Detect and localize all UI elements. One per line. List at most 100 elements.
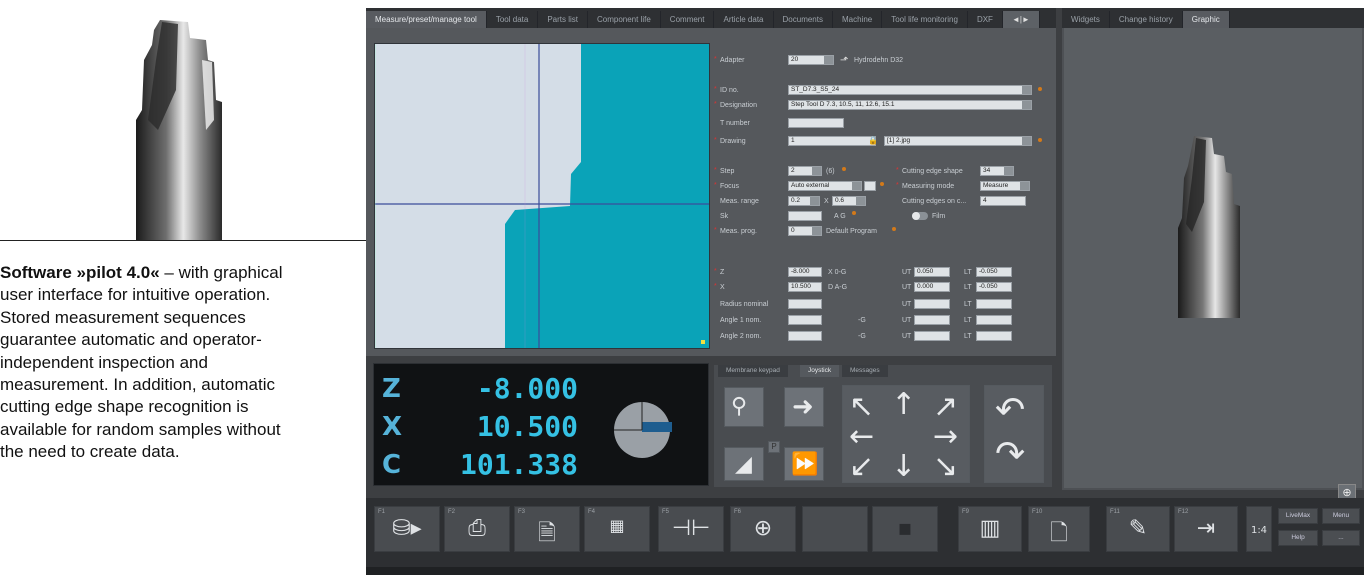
livemax-button[interactable]: LiveMax: [1278, 508, 1318, 524]
tool-profile-view[interactable]: [374, 43, 710, 349]
angle1-lt-label: LT: [964, 317, 972, 324]
angle1-g-label: -G: [858, 317, 866, 324]
meas-prog-select[interactable]: 0: [788, 226, 822, 236]
arrow-right-icon[interactable]: →: [933, 422, 958, 452]
caliper-button[interactable]: F5 ⊣⊢: [658, 506, 724, 552]
focus-toggle[interactable]: [864, 181, 876, 191]
crosshair-icon: ⊕: [753, 516, 773, 541]
arrow-down-icon[interactable]: ↓: [891, 452, 916, 482]
rotate-cw-icon[interactable]: ↷: [995, 437, 1025, 473]
adapter-select[interactable]: 20: [788, 55, 834, 65]
angle1-ut-field[interactable]: [914, 315, 950, 325]
arrow-up-icon[interactable]: ↑: [891, 390, 916, 420]
angle2-ut-field[interactable]: [914, 331, 950, 341]
rotate-ccw-icon[interactable]: ↶: [995, 393, 1025, 429]
tnumber-label: T number: [720, 120, 750, 127]
main-tab-8[interactable]: Tool life monitoring: [882, 11, 968, 28]
id-select[interactable]: ST_D7.3_S5_24: [788, 85, 1032, 95]
empty-key[interactable]: [802, 506, 868, 552]
drawing-file-select[interactable]: [1] 2.jpg: [884, 136, 1032, 146]
radius-nominal-field[interactable]: [788, 299, 822, 309]
arrow-up-right-icon[interactable]: ↗: [933, 392, 958, 422]
film-toggle[interactable]: [912, 212, 928, 220]
arrow-down-right-icon[interactable]: ↘: [933, 452, 958, 482]
radius-ut-field[interactable]: [914, 299, 950, 309]
main-tab-6[interactable]: Documents: [774, 11, 833, 28]
x-nominal-field[interactable]: 10.500: [788, 282, 822, 292]
binders-button[interactable]: F9 ▥: [958, 506, 1022, 552]
blank-document-icon: 🗋: [1050, 521, 1068, 546]
main-tab-1[interactable]: Tool data: [487, 11, 539, 28]
tool-angle-button[interactable]: ◢: [724, 447, 764, 481]
main-tab-9[interactable]: DXF: [968, 11, 1003, 28]
cutting-edges-field[interactable]: 4: [980, 196, 1026, 206]
export-button[interactable]: F3 🗎: [514, 506, 580, 552]
fast-forward-button[interactable]: ⏩: [784, 447, 824, 481]
save-button[interactable]: ▪: [872, 506, 938, 552]
angle2-lt-field[interactable]: [976, 331, 1012, 341]
designation-label: Designation: [714, 101, 757, 109]
auto-button[interactable]: F4 ▦: [584, 506, 650, 552]
scale-button[interactable]: 1:4: [1246, 506, 1272, 552]
required-marker: [1038, 138, 1042, 142]
drawing-field[interactable]: 1: [788, 136, 876, 146]
menu-button[interactable]: Menu: [1322, 508, 1360, 524]
z-nominal-field[interactable]: -8.000: [788, 267, 822, 277]
main-tab-10[interactable]: ◄|►: [1002, 11, 1040, 28]
step-forward-button[interactable]: ➜: [784, 387, 824, 427]
meas-range-a[interactable]: 0.2: [788, 196, 820, 206]
main-tab-4[interactable]: Comment: [661, 11, 715, 28]
right-tab-2[interactable]: Graphic: [1182, 11, 1230, 28]
right-tab-0[interactable]: Widgets: [1062, 11, 1110, 28]
lock-icon[interactable]: 🔒: [868, 136, 878, 145]
tnumber-field[interactable]: [788, 118, 844, 128]
arrow-down-left-icon[interactable]: ↙: [849, 452, 874, 482]
angle2-field[interactable]: [788, 331, 822, 341]
p-button[interactable]: P: [768, 441, 780, 453]
main-tab-3[interactable]: Component life: [588, 11, 661, 28]
tab-membrane-keypad[interactable]: Membrane keypad: [718, 365, 788, 377]
more-button[interactable]: ...: [1322, 530, 1360, 546]
x-ut-field[interactable]: 0.000: [914, 282, 950, 292]
crosshair-button[interactable]: F6 ⊕: [730, 506, 796, 552]
arrow-right-icon: ➜: [792, 392, 814, 422]
direction-pad[interactable]: ↖ ↑ ↗ ← → ↙ ↓ ↘: [842, 385, 970, 483]
rotation-pad[interactable]: ↶ ↷: [984, 385, 1044, 483]
x-lt-field[interactable]: -0.050: [976, 282, 1012, 292]
tab-messages[interactable]: Messages: [842, 365, 888, 377]
chevron-down-icon: [812, 227, 821, 235]
cutting-edge-shape-select[interactable]: 34: [980, 166, 1014, 176]
main-tab-7[interactable]: Machine: [833, 11, 883, 28]
c-axis-label: C: [382, 450, 402, 480]
help-button[interactable]: Help: [1278, 530, 1318, 546]
meas-range-b[interactable]: 0.6: [832, 196, 866, 206]
measuring-mode-select[interactable]: Measure: [980, 181, 1030, 191]
angle1-lt-field[interactable]: [976, 315, 1012, 325]
new-document-button[interactable]: F10 🗋: [1028, 506, 1090, 552]
id-label: ID no.: [714, 86, 739, 94]
angle1-field[interactable]: [788, 315, 822, 325]
adapter-label: Adapter: [714, 56, 744, 64]
magnifier-icon: ⚲: [731, 394, 748, 419]
focus-select[interactable]: Auto external: [788, 181, 862, 191]
zoom-measure-button[interactable]: ⚲: [724, 387, 764, 427]
main-tab-5[interactable]: Article data: [714, 11, 774, 28]
status-bar: [366, 567, 1364, 575]
print-button[interactable]: F2 ⎙: [444, 506, 510, 552]
edit-table-button[interactable]: F11 ✎: [1106, 506, 1170, 552]
tab-joystick[interactable]: Joystick: [800, 365, 840, 377]
database-button[interactable]: F1 ⛁▸: [374, 506, 440, 552]
main-tab-0[interactable]: Measure/preset/manage tool: [366, 11, 487, 28]
designation-select[interactable]: Step Tool D 7.3, 10.5, 11, 12.6, 15.1: [788, 100, 1032, 110]
z-axis-value: -8.000: [476, 372, 578, 405]
transfer-button[interactable]: F12 ⇥: [1174, 506, 1238, 552]
right-tab-1[interactable]: Change history: [1110, 11, 1183, 28]
main-tab-2[interactable]: Parts list: [538, 11, 588, 28]
z-ut-field[interactable]: 0.050: [914, 267, 950, 277]
step-select[interactable]: 2: [788, 166, 822, 176]
radius-lt-field[interactable]: [976, 299, 1012, 309]
z-lt-field[interactable]: -0.050: [976, 267, 1012, 277]
arrow-up-left-icon[interactable]: ↖: [849, 392, 874, 422]
arrow-left-icon[interactable]: ←: [849, 422, 874, 452]
sk-field[interactable]: [788, 211, 822, 221]
